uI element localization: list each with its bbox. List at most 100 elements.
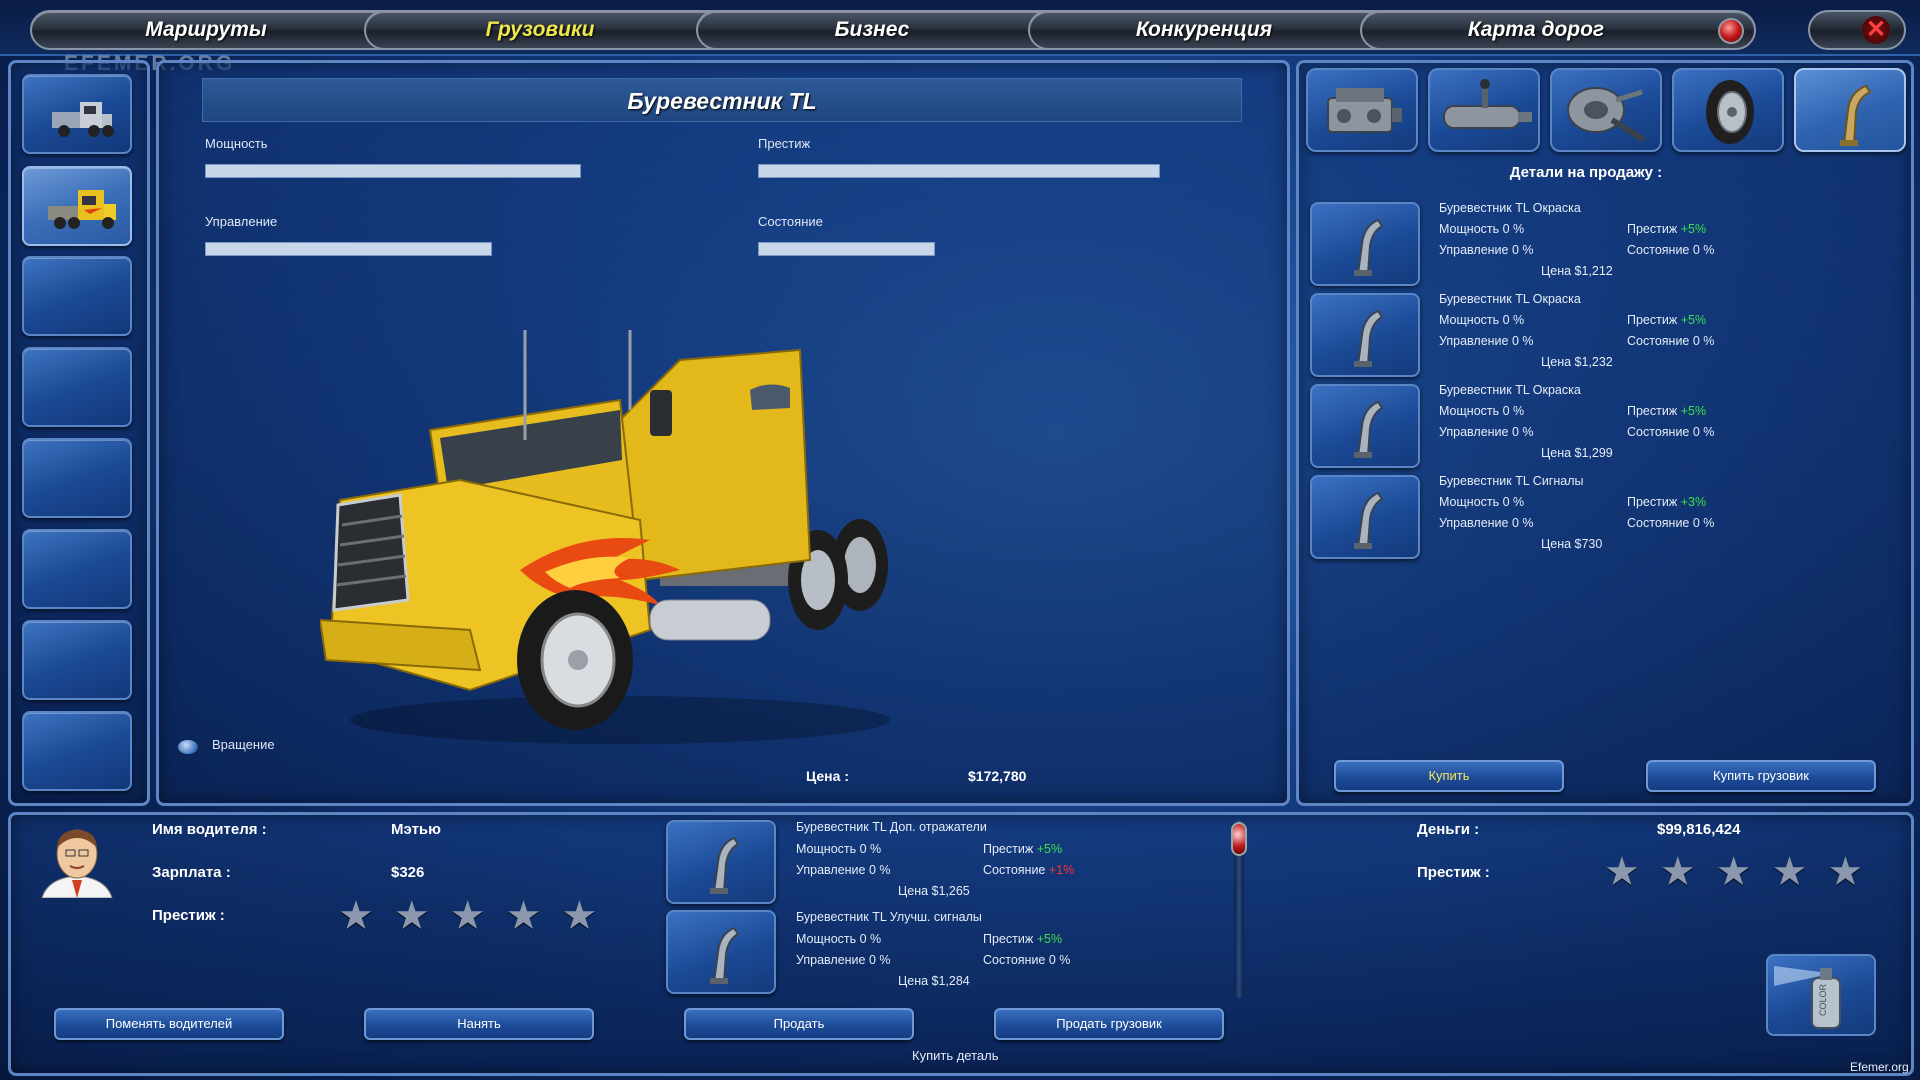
tab-business-label: Бизнес bbox=[834, 18, 910, 41]
shop-part-power: Мощность 0 % bbox=[1439, 495, 1525, 509]
shop-part-prestige-label: Престиж bbox=[1627, 222, 1678, 236]
installed-part-power: Мощность 0 % bbox=[796, 932, 882, 946]
company-prestige-star-icon: ★ bbox=[1659, 850, 1696, 894]
installed-part-prestige: Престиж +5% bbox=[983, 842, 1062, 856]
category-suspension[interactable] bbox=[1550, 68, 1662, 152]
installed-part-condition: Состояние 0 % bbox=[983, 953, 1071, 967]
shop-part-price: Цена $1,212 bbox=[1541, 264, 1613, 278]
truck-slot-empty[interactable] bbox=[22, 620, 132, 700]
shop-part-price: Цена $1,299 bbox=[1541, 446, 1613, 460]
shop-part-power: Мощность 0 % bbox=[1439, 222, 1525, 236]
shop-part-condition: Состояние 0 % bbox=[1627, 243, 1715, 257]
shop-part-prestige-value: +5% bbox=[1680, 404, 1707, 418]
rotate-label: Вращение bbox=[212, 737, 275, 752]
paint-shop-button[interactable]: COLOR bbox=[1766, 954, 1876, 1036]
control-bar bbox=[205, 242, 492, 256]
shop-part-name: Буревестник TL Сигналы bbox=[1439, 474, 1584, 488]
truck-thumbnail-icon bbox=[48, 190, 116, 229]
shop-part-prestige: Престиж +3% bbox=[1627, 495, 1706, 509]
salary-label: Зарплата : bbox=[152, 864, 231, 881]
installed-part-condition-label: Состояние bbox=[983, 863, 1046, 877]
installed-part-prestige-label: Престиж bbox=[983, 842, 1034, 856]
truck-name: Буревестник TL bbox=[627, 88, 817, 114]
installed-part-condition-value: +1% bbox=[1048, 863, 1075, 877]
scrollbar-thumb[interactable] bbox=[1231, 822, 1247, 856]
shop-part-prestige-value: +5% bbox=[1680, 313, 1707, 327]
close-icon: ✕ bbox=[1862, 16, 1890, 44]
truck-slot-empty[interactable] bbox=[22, 256, 132, 336]
company-prestige-star-icon: ★ bbox=[1827, 850, 1864, 894]
category-engine[interactable] bbox=[1306, 68, 1418, 152]
truck-slot-1[interactable] bbox=[22, 74, 132, 154]
prestige-bar bbox=[758, 164, 1160, 178]
shop-part-price: Цена $730 bbox=[1541, 537, 1603, 551]
shop-part-thumb[interactable] bbox=[1310, 475, 1420, 559]
exhaust-pipe-icon bbox=[1354, 400, 1384, 458]
prestige-label: Престиж bbox=[758, 136, 811, 151]
sell-button[interactable]: Продать bbox=[684, 1008, 914, 1040]
driver-prestige-star-icon: ★ bbox=[561, 894, 598, 938]
shop-part-thumb[interactable] bbox=[1310, 293, 1420, 377]
driver-prestige-star-icon: ★ bbox=[393, 894, 430, 938]
shop-part-control: Управление 0 % bbox=[1439, 334, 1534, 348]
driver-name-label: Имя водителя : bbox=[152, 821, 267, 838]
tire-icon bbox=[1706, 80, 1754, 144]
driver-prestige-rating: ★ ★ ★ ★ ★ bbox=[338, 896, 597, 936]
truck-slot-empty[interactable] bbox=[22, 438, 132, 518]
shop-part-condition: Состояние 0 % bbox=[1627, 334, 1715, 348]
installed-part-thumb[interactable] bbox=[666, 910, 776, 994]
truck-slot-empty[interactable] bbox=[22, 529, 132, 609]
category-exhaust[interactable] bbox=[1794, 68, 1906, 152]
suspension-icon bbox=[1567, 87, 1646, 143]
shop-part-name: Буревестник TL Окраска bbox=[1439, 201, 1581, 215]
driver-prestige-star-icon: ★ bbox=[449, 894, 486, 938]
driver-prestige-label: Престиж : bbox=[152, 907, 225, 924]
shop-part-condition: Состояние 0 % bbox=[1627, 425, 1715, 439]
money-label: Деньги : bbox=[1417, 821, 1480, 838]
condition-label: Состояние bbox=[758, 214, 823, 229]
rotate-toggle-icon[interactable] bbox=[178, 740, 198, 754]
truck-slot-empty[interactable] bbox=[22, 347, 132, 427]
shop-part-prestige-label: Престиж bbox=[1627, 313, 1678, 327]
shop-part-control: Управление 0 % bbox=[1439, 243, 1534, 257]
parts-for-sale-header: Детали на продажу : bbox=[1509, 164, 1663, 181]
company-prestige-star-icon: ★ bbox=[1715, 850, 1752, 894]
driver-avatar bbox=[41, 829, 113, 898]
company-prestige-star-icon: ★ bbox=[1771, 850, 1808, 894]
shop-part-prestige-value: +5% bbox=[1680, 222, 1707, 236]
installed-part-prestige-label: Престиж bbox=[983, 932, 1034, 946]
shop-part-prestige-label: Престиж bbox=[1627, 495, 1678, 509]
category-tires[interactable] bbox=[1672, 68, 1784, 152]
watermark-bottom: Efemer.org bbox=[1850, 1060, 1909, 1074]
shop-part-thumb[interactable] bbox=[1310, 384, 1420, 468]
change-drivers-button[interactable]: Поменять водителей bbox=[54, 1008, 284, 1040]
truck-slot-2[interactable] bbox=[22, 166, 132, 246]
power-bar bbox=[205, 164, 581, 178]
shop-part-price: Цена $1,232 bbox=[1541, 355, 1613, 369]
tab-road-map[interactable]: Карта дорог bbox=[1360, 10, 1756, 50]
category-transmission[interactable] bbox=[1428, 68, 1540, 152]
shop-part-power: Мощность 0 % bbox=[1439, 404, 1525, 418]
shop-part-name: Буревестник TL Окраска bbox=[1439, 292, 1581, 306]
installed-part-prestige-value: +5% bbox=[1036, 842, 1063, 856]
status-lamp-icon bbox=[1718, 18, 1744, 44]
sell-truck-button[interactable]: Продать грузовик bbox=[994, 1008, 1224, 1040]
installed-part-thumb[interactable] bbox=[666, 820, 776, 904]
truck-thumbnail-icon bbox=[52, 102, 114, 137]
buy-button[interactable]: Купить bbox=[1334, 760, 1564, 792]
installed-part-price: Цена $1,284 bbox=[898, 974, 970, 988]
truck-slot-empty[interactable] bbox=[22, 711, 132, 791]
close-button[interactable]: ✕ bbox=[1808, 10, 1906, 50]
installed-part-power: Мощность 0 % bbox=[796, 842, 882, 856]
buy-truck-button[interactable]: Купить грузовик bbox=[1646, 760, 1876, 792]
hire-button[interactable]: Нанять bbox=[364, 1008, 594, 1040]
condition-bar bbox=[758, 242, 935, 256]
exhaust-pipe-icon bbox=[1354, 218, 1384, 276]
shop-part-name: Буревестник TL Окраска bbox=[1439, 383, 1581, 397]
shop-part-thumb[interactable] bbox=[1310, 202, 1420, 286]
company-prestige-star-icon: ★ bbox=[1604, 850, 1640, 894]
exhaust-pipe-icon bbox=[1354, 309, 1384, 367]
installed-part-control: Управление 0 % bbox=[796, 863, 891, 877]
shop-part-control: Управление 0 % bbox=[1439, 425, 1534, 439]
truck-3d-model[interactable] bbox=[320, 330, 940, 760]
